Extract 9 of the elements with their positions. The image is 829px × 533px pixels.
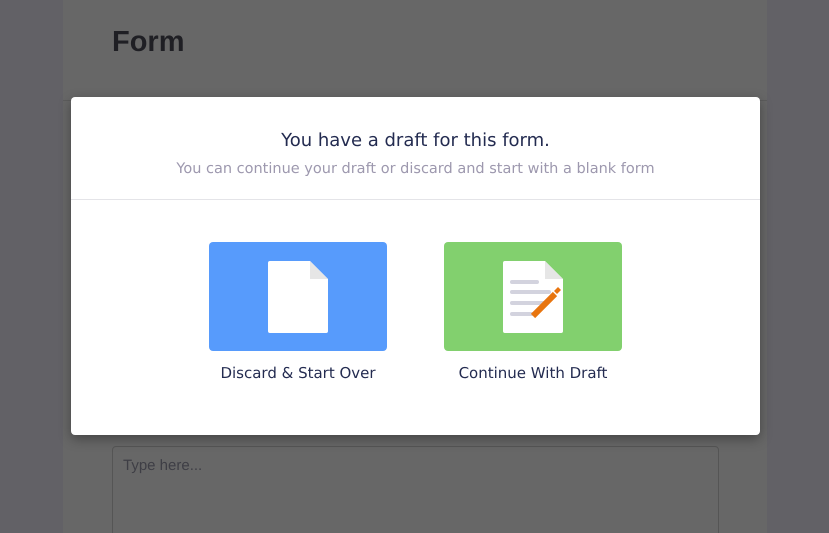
page-title: Form (112, 26, 186, 59)
option-label: Discard & Start Over (220, 364, 376, 382)
discard-button[interactable] (209, 242, 387, 351)
dialog-title: You have a draft for this form. (280, 130, 551, 151)
page-with-pencil-icon (503, 260, 563, 332)
option-label: Continue With Draft (458, 364, 608, 382)
blank-page-icon (268, 260, 328, 332)
dialog-subtitle: You can continue your draft or discard and start with a blank form (175, 161, 656, 177)
continue-button[interactable] (444, 242, 622, 351)
